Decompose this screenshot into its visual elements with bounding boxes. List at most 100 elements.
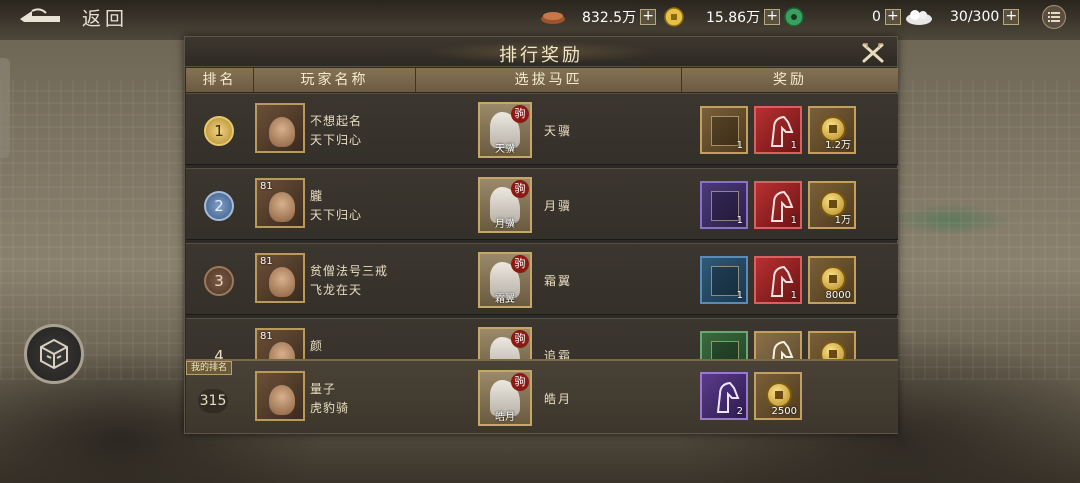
jade-value: 0 <box>872 9 881 25</box>
ranking-row-3: 3 81 贫僧法号三戒 飞龙在天 驹 霜翼 霜翼 1 1 8000 <box>186 243 898 315</box>
stamina-value: 30/300 <box>950 9 1000 25</box>
card-icon <box>711 266 739 296</box>
my-avatar[interactable] <box>255 371 305 421</box>
player-avatar[interactable]: 81 <box>255 253 305 303</box>
reward-item[interactable]: 2500 <box>754 372 802 420</box>
my-player-guild: 虎豹骑 <box>310 401 350 415</box>
reward-item[interactable] <box>700 331 748 359</box>
horse-name: 月骥 <box>544 199 573 213</box>
reward-item[interactable]: 1 <box>754 106 802 154</box>
copper-value: 832.5万 <box>582 10 637 26</box>
horse-name: 霜翼 <box>544 274 573 288</box>
reward-qty: 1 <box>736 140 743 151</box>
gold-coin-icon <box>664 7 684 27</box>
player-name: 颜 <box>310 339 324 353</box>
reward-qty: 2 <box>736 406 743 417</box>
coin-icon <box>820 341 846 359</box>
gold-value: 15.86万 <box>706 10 761 26</box>
ranking-list[interactable]: 1 不想起名 天下归心 驹 天骥 天骥 1 1 1.2万 2 81 朧 天下归心… <box>186 93 898 359</box>
ranking-row-2: 2 81 朧 天下归心 驹 月骥 月骥 1 1 1万 <box>186 168 898 240</box>
dialog-title: 排行奖励 <box>499 45 583 66</box>
avatar-portrait <box>269 267 295 297</box>
horse-grade-badge: 驹 <box>511 105 529 123</box>
horse-portrait[interactable]: 驹 天骥 <box>478 102 532 158</box>
close-icon[interactable] <box>861 42 885 64</box>
reward-item[interactable]: 1 <box>754 256 802 304</box>
horse-name: 天骥 <box>544 124 573 138</box>
reward-qty: 8000 <box>825 290 851 301</box>
header-reward: 奖励 <box>773 72 807 88</box>
horse-grade-badge: 驹 <box>511 330 529 348</box>
add-gold-button[interactable]: + <box>764 9 781 25</box>
reward-item[interactable] <box>754 331 802 359</box>
copper-icon <box>541 12 565 24</box>
coin-icon <box>820 266 846 292</box>
horse-head-icon <box>772 340 794 359</box>
horse-portrait[interactable]: 驹 月骥 <box>478 177 532 233</box>
menu-button[interactable] <box>1042 5 1066 29</box>
avatar-portrait <box>269 192 295 222</box>
reward-item[interactable]: 8000 <box>808 256 856 304</box>
horse-portrait-label: 皓月 <box>495 412 515 423</box>
player-name: 不想起名 <box>310 114 363 128</box>
reward-item[interactable]: 1 <box>700 181 748 229</box>
add-stamina-button[interactable]: + <box>1003 9 1020 25</box>
player-avatar[interactable] <box>255 103 305 153</box>
card-icon <box>711 191 739 221</box>
header-horse: 选拔马匹 <box>416 68 682 92</box>
side-drawer-tab[interactable] <box>0 58 10 158</box>
player-guild: 天下归心 <box>310 208 363 222</box>
coin-icon <box>766 382 792 408</box>
add-jade-button[interactable]: + <box>884 9 901 25</box>
side-function-button[interactable] <box>24 324 84 384</box>
avatar-portrait <box>269 117 295 147</box>
player-avatar[interactable]: 81 <box>255 328 305 359</box>
ranking-row-4: 4 81 颜 驹 追霜 <box>186 318 898 359</box>
stamina-resource: 30/300 + <box>904 6 1020 28</box>
my-rank-tag: 我的排名 <box>186 361 233 375</box>
reward-item[interactable]: 1 <box>700 106 748 154</box>
player-level: 81 <box>260 331 273 342</box>
player-name: 朧 <box>310 189 324 203</box>
header-player-name: 玩家名称 <box>254 68 416 92</box>
card-icon <box>711 341 739 359</box>
gold-resource: 15.86万 + <box>664 6 781 28</box>
horse-grade-badge: 驹 <box>511 373 529 391</box>
jade-resource: 0 + <box>784 6 901 28</box>
reward-item[interactable]: 1 <box>754 181 802 229</box>
horse-portrait[interactable]: 驹 霜翼 <box>478 252 532 308</box>
horse-portrait[interactable]: 驹 <box>478 327 532 359</box>
back-button[interactable]: 返回 <box>18 4 138 30</box>
reward-item[interactable] <box>808 331 856 359</box>
avatar-portrait <box>269 385 295 415</box>
top-bar: 返回 832.5万 + 15.86万 + 0 + 30/300 + <box>0 0 1080 34</box>
add-copper-button[interactable]: + <box>640 9 657 25</box>
reward-item[interactable]: 2 <box>700 372 748 420</box>
reward-item[interactable]: 1万 <box>808 181 856 229</box>
reward-item[interactable]: 1.2万 <box>808 106 856 154</box>
back-label: 返回 <box>82 7 129 30</box>
horse-portrait-label: 天骥 <box>495 144 515 155</box>
rank-badge: 4 <box>214 347 224 359</box>
rank-badge: 3 <box>204 266 234 296</box>
reward-qty: 1 <box>790 215 797 226</box>
avatar-portrait <box>269 342 295 359</box>
my-horse-portrait[interactable]: 驹 皓月 <box>478 370 532 426</box>
header-rank: 排名 <box>186 68 254 92</box>
my-rank-row: 我的排名 315 量子 虎豹骑 驹 皓月 皓月 2 2500 <box>186 359 898 433</box>
player-level: 81 <box>260 181 273 192</box>
player-avatar[interactable]: 81 <box>255 178 305 228</box>
horse-name: 追霜 <box>544 349 573 359</box>
player-guild: 飞龙在天 <box>310 283 363 297</box>
menu-icon <box>1048 12 1060 22</box>
horse-grade-badge: 驹 <box>511 180 529 198</box>
rank-badge: 2 <box>204 191 234 221</box>
reward-qty: 1 <box>736 215 743 226</box>
my-player-name: 量子 <box>310 382 337 396</box>
reward-qty: 1万 <box>834 215 851 226</box>
back-arrow-icon <box>20 8 60 22</box>
player-name: 贫僧法号三戒 <box>310 264 389 278</box>
reward-item[interactable]: 1 <box>700 256 748 304</box>
player-guild: 天下归心 <box>310 133 363 147</box>
my-horse-name: 皓月 <box>544 392 573 406</box>
